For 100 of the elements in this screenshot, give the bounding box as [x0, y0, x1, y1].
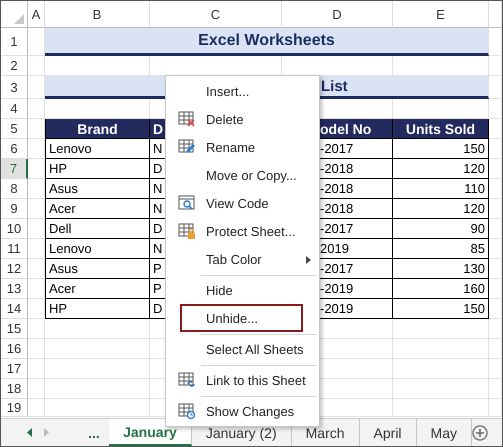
row-header[interactable]: 15	[1, 319, 28, 339]
sheet-title: Excel Worksheets	[45, 28, 489, 56]
table-cell: 90	[393, 219, 489, 239]
grid-cell[interactable]	[393, 359, 489, 379]
row-header[interactable]: 16	[1, 339, 28, 359]
row-header[interactable]: 11	[1, 239, 28, 259]
row-header[interactable]: 17	[1, 359, 28, 379]
grid-cell[interactable]	[489, 339, 502, 359]
grid-cell[interactable]	[28, 179, 45, 199]
table-cell: HP	[45, 299, 150, 319]
table-cell: 150	[393, 139, 489, 159]
sheet-tab[interactable]: April	[360, 419, 417, 446]
grid-cell[interactable]	[489, 279, 502, 299]
grid-cell[interactable]	[28, 299, 45, 319]
grid-cell[interactable]	[489, 399, 502, 417]
row-header[interactable]: 12	[1, 259, 28, 279]
grid-cell[interactable]	[28, 56, 45, 76]
column-heading: Brand	[45, 119, 150, 139]
row-header[interactable]: 2	[1, 56, 28, 76]
sheet-tab[interactable]: May	[416, 419, 472, 446]
grid-cell[interactable]	[45, 379, 150, 399]
sheet-tab[interactable]: March	[292, 419, 360, 446]
column-header[interactable]: C	[150, 1, 282, 28]
grid-cell[interactable]	[489, 359, 502, 379]
grid-cell[interactable]	[489, 76, 502, 99]
row-header[interactable]: 10	[1, 219, 28, 239]
table-cell: 150	[393, 299, 489, 319]
row-header[interactable]: 18	[1, 379, 28, 399]
column-header[interactable]: B	[45, 1, 150, 28]
grid-cell[interactable]	[489, 139, 502, 159]
table-lock-icon	[178, 222, 196, 240]
table-link-icon	[178, 371, 196, 389]
row-header[interactable]: 6	[1, 139, 28, 159]
row-header[interactable]: 1	[1, 28, 28, 56]
grid-cell[interactable]	[28, 379, 45, 399]
grid-cell[interactable]	[489, 219, 502, 239]
row-header[interactable]: 19	[1, 399, 28, 417]
table-delete-icon	[178, 110, 196, 128]
grid-cell[interactable]	[489, 379, 502, 399]
grid-cell[interactable]	[28, 399, 45, 417]
sheet-tab[interactable]: January	[109, 419, 192, 446]
select-all-icon[interactable]	[14, 14, 24, 24]
scroll-left-icon[interactable]	[27, 428, 32, 437]
grid-cell[interactable]	[489, 319, 502, 339]
table-cell: 120	[393, 199, 489, 219]
table-cell: Lenovo	[45, 139, 150, 159]
grid-cell[interactable]	[489, 28, 502, 56]
table-cell: 120	[393, 159, 489, 179]
grid-cell[interactable]	[28, 259, 45, 279]
row-header[interactable]: 4	[1, 99, 28, 119]
grid-cell[interactable]	[28, 139, 45, 159]
table-cell: HP	[45, 159, 150, 179]
grid-cell[interactable]	[393, 339, 489, 359]
grid-cell[interactable]	[393, 399, 489, 417]
grid-cell[interactable]	[393, 379, 489, 399]
grid-cell[interactable]	[489, 259, 502, 279]
grid-cell[interactable]	[28, 239, 45, 259]
grid-cell[interactable]	[28, 219, 45, 239]
table-cell: Acer	[45, 279, 150, 299]
grid-cell[interactable]	[45, 399, 150, 417]
column-header[interactable]: E	[393, 1, 489, 28]
grid-cell[interactable]	[489, 239, 502, 259]
grid-cell[interactable]	[45, 339, 150, 359]
grid-cell[interactable]	[28, 319, 45, 339]
add-sheet-icon[interactable]	[472, 424, 488, 440]
grid-cell[interactable]	[28, 359, 45, 379]
column-header[interactable]: A	[28, 1, 45, 28]
grid-cell[interactable]	[489, 1, 502, 28]
row-header[interactable]: 9	[1, 199, 28, 219]
scroll-right-icon[interactable]	[44, 428, 49, 437]
grid-cell[interactable]	[489, 56, 502, 76]
row-header[interactable]: 7	[1, 159, 28, 179]
row-header[interactable]: 14	[1, 299, 28, 319]
grid-cell[interactable]	[393, 319, 489, 339]
grid-cell[interactable]	[28, 99, 45, 119]
column-header[interactable]: D	[282, 1, 393, 28]
column-heading: Units Sold	[393, 119, 489, 139]
grid-cell[interactable]	[28, 199, 45, 219]
sheet-tab[interactable]: January (2)	[192, 419, 292, 446]
grid-cell[interactable]	[489, 299, 502, 319]
menu-item[interactable]: Unhide...	[180, 304, 303, 332]
grid-cell[interactable]	[489, 179, 502, 199]
grid-cell[interactable]	[489, 119, 502, 139]
more-sheets-button[interactable]: ...	[78, 419, 110, 446]
grid-cell[interactable]	[45, 319, 150, 339]
grid-cell[interactable]	[28, 279, 45, 299]
grid-cell[interactable]	[45, 359, 150, 379]
grid-cell[interactable]	[489, 159, 502, 179]
row-header[interactable]: 3	[1, 76, 28, 99]
grid-cell[interactable]	[489, 199, 502, 219]
table-cell: Asus	[45, 179, 150, 199]
row-header[interactable]: 5	[1, 119, 28, 139]
row-header[interactable]: 13	[1, 279, 28, 299]
grid-cell[interactable]	[489, 99, 502, 119]
row-header[interactable]: 8	[1, 179, 28, 199]
grid-cell[interactable]	[28, 159, 45, 179]
table-cell: Lenovo	[45, 239, 150, 259]
grid-cell[interactable]	[28, 339, 45, 359]
window-magnifier-icon	[178, 194, 196, 212]
table-pencil-icon	[178, 138, 196, 156]
